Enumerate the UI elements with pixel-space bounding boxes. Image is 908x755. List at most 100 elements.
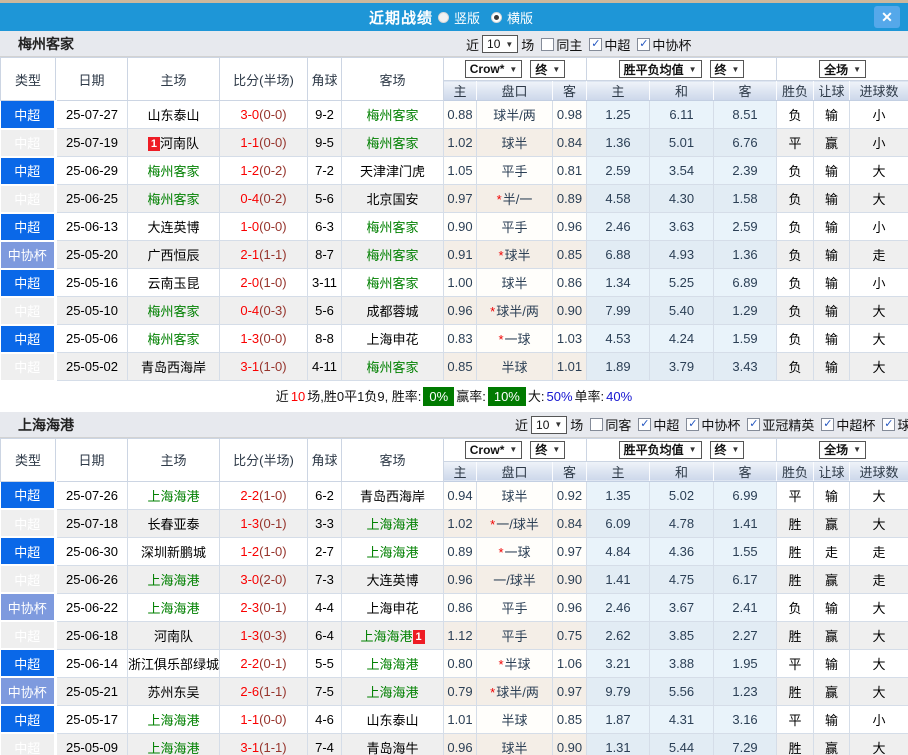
score-cell: 2-2(1-0) [219,481,308,510]
match-row: 中超 25-06-25 梅州客家 0-4(0-2) 5-6 北京国安 0.97 *半/一 0.8… [0,184,908,214]
match-row: 中超 25-06-30 深圳新鹏城 1-2(1-0) 2-7 上海海港 0.89 *一球 0.9… [0,537,908,566]
filter-checkbox-中协杯[interactable]: ✓ 中协杯 [686,415,740,434]
home-team-cell: 梅州客家 [127,324,220,353]
handicap-home-odds: 0.96 [443,733,477,755]
match-row: 中协杯 25-05-21 苏州东吴 2-6(1-1) 7-5 上海海港 0.79 *球半/两 0… [0,677,908,706]
checkbox-icon[interactable]: ✓ [821,418,835,431]
filter-checkbox-中超[interactable]: ✓ 中超 [638,415,679,434]
changed-line-star: * [490,684,496,700]
filter-checkbox-中超[interactable]: ✓ 中超 [589,35,630,54]
horizontal-layout-label[interactable]: 横版 [507,8,533,27]
odds-time-select[interactable]: 终 ▼ [530,60,566,78]
bookmaker-select[interactable]: Crow* ▼ [464,440,523,459]
vertical-layout-radio[interactable] [437,11,449,23]
full-match-select[interactable]: 全场 ▼ [819,440,867,459]
match-date-cell: 25-05-21 [55,677,128,706]
full-score: 1-3 [240,331,260,346]
bookmaker-select[interactable]: Crow* ▼ [464,60,523,78]
odds-time-select[interactable]: 终 ▼ [530,440,566,459]
filter-checkbox-中超杯[interactable]: ✓ 中超杯 [821,415,875,434]
bookmaker-select-value: Crow* [469,62,505,76]
half-score: (0-3) [259,303,287,318]
avg-home-odds: 4.58 [586,184,650,213]
league-type-cell: 中协杯 [0,593,57,622]
handicap-home-odds: 0.97 [443,184,477,213]
goals-result-cell: 小 [849,100,908,129]
avg-draw-odds: 3.79 [649,352,714,381]
section-header: 梅州客家近10▼场✓同主✓中超✓中协杯 [0,31,908,57]
home-team-cell: 浙江俱乐部绿城 [127,649,220,678]
match-date-cell: 25-06-14 [55,649,128,678]
league-type-cell: 中超 [0,268,57,298]
handicap-line-text: 平手 [501,600,528,616]
handicap-result-cell: 赢 [813,128,851,157]
score-cell: 1-2(0-2) [219,156,308,185]
checkbox-icon[interactable]: ✓ [638,418,652,431]
handicap-away-odds: 1.06 [552,649,587,678]
checkbox-icon[interactable]: ✓ [747,418,761,431]
average-odds-select[interactable]: 胜平负均值 ▼ [618,60,702,78]
half-score: (0-1) [259,515,287,531]
away-team-cell: 上海申花 [341,324,444,353]
checkbox-icon[interactable]: ✓ [882,418,896,431]
close-icon[interactable]: ✕ [874,6,900,28]
match-count-select[interactable]: 10 ▼ [531,415,568,434]
team-name-text: 上海海港 [366,656,419,672]
bookmaker-dropdown-group: Crow* ▼ 终 ▼ [443,437,587,462]
handicap-home-odds: 0.83 [443,324,477,353]
handicap-line-cell: 平手 [476,621,553,650]
filter-checkbox-球会友谊[interactable]: ✓球会友谊 [882,415,908,434]
league-type-cell: 中超 [0,509,57,538]
sub-column-header: 客 [552,80,587,101]
full-match-select[interactable]: 全场 ▼ [819,60,867,78]
goals-result-cell: 大 [849,621,908,650]
team-name-text: 上海海港 [147,740,200,755]
filter-checkbox-同客[interactable]: ✓同客 [590,415,631,434]
horizontal-layout-radio[interactable] [491,11,502,23]
handicap-away-odds: 0.84 [552,128,587,157]
handicap-line-cell: *一球 [476,324,553,353]
handicap-result-cell: 赢 [813,733,851,755]
league-type-cell: 中超 [0,733,57,755]
handicap-line-text: 一球 [504,332,531,347]
average-time-select[interactable]: 终 ▼ [709,60,745,78]
score-cell: 3-0(2-0) [219,565,308,594]
team-name-text: 山东泰山 [366,712,419,728]
filter-checkbox-同主[interactable]: ✓同主 [541,35,582,54]
average-time-select[interactable]: 终 ▼ [709,440,745,459]
league-type-cell: 中协杯 [0,240,57,270]
match-row: 中超 25-07-18 长春亚泰 1-3(0-1) 3-3 上海海港 1.02 *一/球半 0.… [0,509,908,538]
handicap-line-cell: 平手 [476,593,553,622]
avg-home-odds: 2.46 [586,593,650,622]
avg-away-odds: 1.41 [713,509,778,538]
filter-checkbox-中协杯[interactable]: ✓ 中协杯 [637,35,691,54]
avg-draw-odds: 3.67 [649,593,714,622]
average-dropdown-group: 胜平负均值 ▼ 终 ▼ [585,437,778,462]
result-cell: 胜 [776,621,815,650]
match-count-select[interactable]: 10 ▼ [482,35,519,53]
corner-cell: 9-5 [307,128,342,157]
match-row: 中超 25-06-26 上海海港 3-0(2-0) 7-3 大连英博 0.96 一/球半 0.9… [0,565,908,594]
sub-column-header: 和 [649,80,714,101]
checkbox-icon[interactable]: ✓ [589,37,603,51]
vertical-layout-label[interactable]: 竖版 [454,8,480,27]
handicap-line-text: 球半 [501,136,528,151]
checkbox-icon[interactable]: ✓ [541,37,555,51]
checkbox-icon[interactable]: ✓ [686,418,700,431]
score-cell: 2-0(1-0) [219,268,308,297]
result-cell: 负 [776,212,815,241]
team-name-text: 云南玉昆 [147,276,200,291]
checkbox-icon[interactable]: ✓ [590,418,604,431]
handicap-away-odds: 0.96 [552,212,587,241]
full-score: 1-3 [240,515,260,531]
checkbox-label: 中超 [653,418,680,433]
checkbox-icon[interactable]: ✓ [637,37,651,51]
filter-checkbox-亚冠精英[interactable]: ✓ 亚冠精英 [747,415,814,434]
home-team-cell: 上海海港 [127,733,220,755]
full-score: 3-0 [240,571,260,587]
corner-cell: 4-6 [307,705,342,734]
average-odds-select[interactable]: 胜平负均值 ▼ [618,440,702,459]
chevron-down-icon: ▼ [554,420,563,429]
away-team-cell: 梅州客家 [341,240,444,269]
handicap-result-cell: 输 [813,649,851,678]
